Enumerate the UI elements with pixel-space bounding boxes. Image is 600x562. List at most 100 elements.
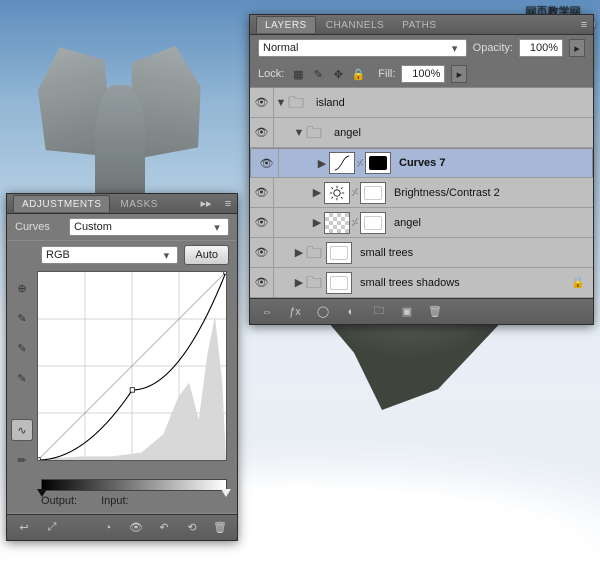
mask-thumb[interactable] (360, 182, 386, 204)
previous-state-icon[interactable]: ↶ (153, 517, 175, 539)
curve-point-tool-icon[interactable]: ∿ (11, 419, 33, 441)
layers-panel-tabs: LAYERS CHANNELS PATHS ≡ (250, 15, 593, 35)
layer-name[interactable]: angel (386, 217, 421, 229)
visibility-toggle-icon[interactable]: 👁 (250, 88, 274, 117)
tab-paths[interactable]: PATHS (394, 17, 444, 33)
mask-thumb[interactable] (326, 242, 352, 264)
fill-flyout-icon[interactable]: ▸ (451, 65, 467, 83)
curve-pencil-tool-icon[interactable]: ✏ (11, 449, 33, 471)
lock-transparent-icon[interactable]: ▦ (290, 66, 306, 82)
visibility-toggle-icon[interactable]: 👁 (250, 118, 274, 147)
panel-menu-icon[interactable]: ≡ (219, 198, 237, 210)
collapse-icon[interactable]: ▸▸ (195, 197, 217, 210)
layer-name[interactable]: small trees shadows (352, 277, 460, 289)
eyedropper-gray-icon[interactable]: ✎ (11, 337, 33, 359)
tab-layers[interactable]: LAYERS (256, 16, 316, 33)
preset-select[interactable]: Custom ▾ (69, 218, 229, 236)
mask-thumb[interactable] (326, 272, 352, 294)
visibility-toggle-icon[interactable]: 👁 (255, 149, 279, 177)
disclosure-triangle-icon[interactable]: ▶ (310, 186, 324, 199)
layer-row[interactable]: 👁▶🗀small trees (250, 238, 593, 268)
curves-tool-column: ⊕ ✎ ✎ ✎ ∿ ✏ (7, 269, 37, 479)
visibility-toggle-icon[interactable]: 👁 (250, 208, 274, 237)
layer-name[interactable]: Curves 7 (391, 157, 445, 169)
return-to-list-icon[interactable]: ↩ (13, 517, 35, 539)
adjustments-panel-tabs: ADJUSTMENTS MASKS ▸▸ ≡ (7, 194, 237, 214)
preset-value: Custom (74, 221, 210, 233)
auto-button[interactable]: Auto (184, 245, 229, 265)
input-gradient-slider[interactable] (41, 479, 227, 491)
visibility-toggle-icon[interactable]: 👁 (250, 268, 274, 297)
disclosure-triangle-icon[interactable]: ▶ (292, 246, 306, 259)
new-layer-icon[interactable]: ▣ (396, 301, 418, 323)
fill-field[interactable]: 100% (401, 65, 445, 83)
blend-mode-select[interactable]: Normal ▾ (258, 39, 467, 57)
lock-pixels-icon[interactable]: ✎ (310, 66, 326, 82)
link-layers-icon[interactable]: ⇔ (256, 301, 278, 323)
white-point-handle[interactable] (221, 489, 231, 497)
group-icon[interactable]: 🗀 (368, 301, 390, 323)
panel-menu-icon[interactable]: ≡ (575, 19, 593, 31)
mask-thumb[interactable] (365, 152, 391, 174)
tab-adjustments[interactable]: ADJUSTMENTS (13, 195, 110, 212)
fill-label: Fill: (378, 68, 395, 80)
disclosure-triangle-icon[interactable]: ▶ (292, 276, 306, 289)
mask-link-icon[interactable]: ⸓ (355, 156, 365, 171)
layers-top-row: Normal ▾ Opacity: 100% ▸ (250, 35, 593, 61)
blend-mode-value: Normal (263, 42, 448, 54)
mask-link-icon[interactable]: ⸓ (350, 215, 360, 230)
curves-adj-thumb[interactable] (329, 152, 355, 174)
layer-row[interactable]: 👁▶🗀small trees shadows🔒 (250, 268, 593, 298)
curve-point[interactable] (38, 458, 40, 460)
folder-icon: 🗀 (306, 272, 326, 294)
tab-channels[interactable]: CHANNELS (318, 17, 392, 33)
mask-thumb[interactable] (360, 212, 386, 234)
visibility-toggle-icon[interactable]: 👁 (250, 238, 274, 267)
mask-link-icon[interactable]: ⸓ (350, 185, 360, 200)
eyedropper-white-icon[interactable]: ✎ (11, 367, 33, 389)
layer-row[interactable]: 👁 ▶ ⸓ Brightness/Contrast 2 (250, 178, 593, 208)
delete-adjustment-icon[interactable]: 🗑 (209, 517, 231, 539)
opacity-flyout-icon[interactable]: ▸ (569, 39, 585, 57)
lock-position-icon[interactable]: ✥ (330, 66, 346, 82)
curve-point[interactable] (130, 388, 134, 392)
tab-masks[interactable]: MASKS (112, 196, 166, 212)
layer-row[interactable]: 👁 ▼🗀angel (250, 118, 593, 148)
disclosure-triangle-icon[interactable]: ▶ (310, 216, 324, 229)
layer-fx-icon[interactable]: ƒx (284, 301, 306, 323)
curve-point[interactable] (224, 272, 226, 274)
disclosure-triangle-icon[interactable]: ▼ (274, 97, 288, 109)
eyedropper-black-icon[interactable]: ✎ (11, 307, 33, 329)
channel-select[interactable]: RGB ▾ (41, 246, 178, 264)
layer-name[interactable]: angel (326, 127, 361, 139)
layer-tree[interactable]: 👁▼🗀island👁▼🗀angel👁▶⸓Curves 7👁▶⸓Brightnes… (250, 88, 593, 298)
layer-row[interactable]: 👁▼🗀island (250, 88, 593, 118)
layer-name[interactable]: small trees (352, 247, 413, 259)
delete-layer-icon[interactable]: 🗑 (424, 301, 446, 323)
reset-icon[interactable]: ⟲ (181, 517, 203, 539)
layers-footer: ⇔ ƒx ◯ ◐ 🗀 ▣ 🗑 (250, 298, 593, 324)
brightness-adj-thumb[interactable] (324, 182, 350, 204)
layer-name[interactable]: Brightness/Contrast 2 (386, 187, 500, 199)
channel-value: RGB (46, 249, 159, 261)
curves-graph[interactable] (37, 271, 227, 461)
lock-all-icon[interactable]: 🔒 (350, 66, 366, 82)
layer-thumb[interactable] (324, 212, 350, 234)
input-label: Input: (101, 495, 129, 507)
visibility-toggle-icon[interactable]: 👁 (250, 178, 274, 207)
layer-mask-icon[interactable]: ◯ (312, 301, 334, 323)
layer-row[interactable]: 👁 ▶ ⸓ angel (250, 208, 593, 238)
layer-row[interactable]: 👁 ▶ ⸓ Curves 7 (250, 148, 593, 178)
clip-to-layer-icon[interactable]: ◔ (97, 517, 119, 539)
chevron-down-icon: ▾ (448, 42, 462, 55)
disclosure-triangle-icon[interactable]: ▼ (292, 127, 306, 139)
toggle-visibility-icon[interactable]: 👁 (125, 517, 147, 539)
adjustment-layer-icon[interactable]: ◐ (340, 301, 362, 323)
black-point-handle[interactable] (37, 489, 47, 497)
folder-icon: 🗀 (306, 122, 326, 144)
expand-view-icon[interactable]: ⤢ (41, 517, 63, 539)
layer-name[interactable]: island (308, 97, 345, 109)
opacity-field[interactable]: 100% (519, 39, 563, 57)
disclosure-triangle-icon[interactable]: ▶ (315, 157, 329, 170)
target-adjust-icon[interactable]: ⊕ (11, 277, 33, 299)
